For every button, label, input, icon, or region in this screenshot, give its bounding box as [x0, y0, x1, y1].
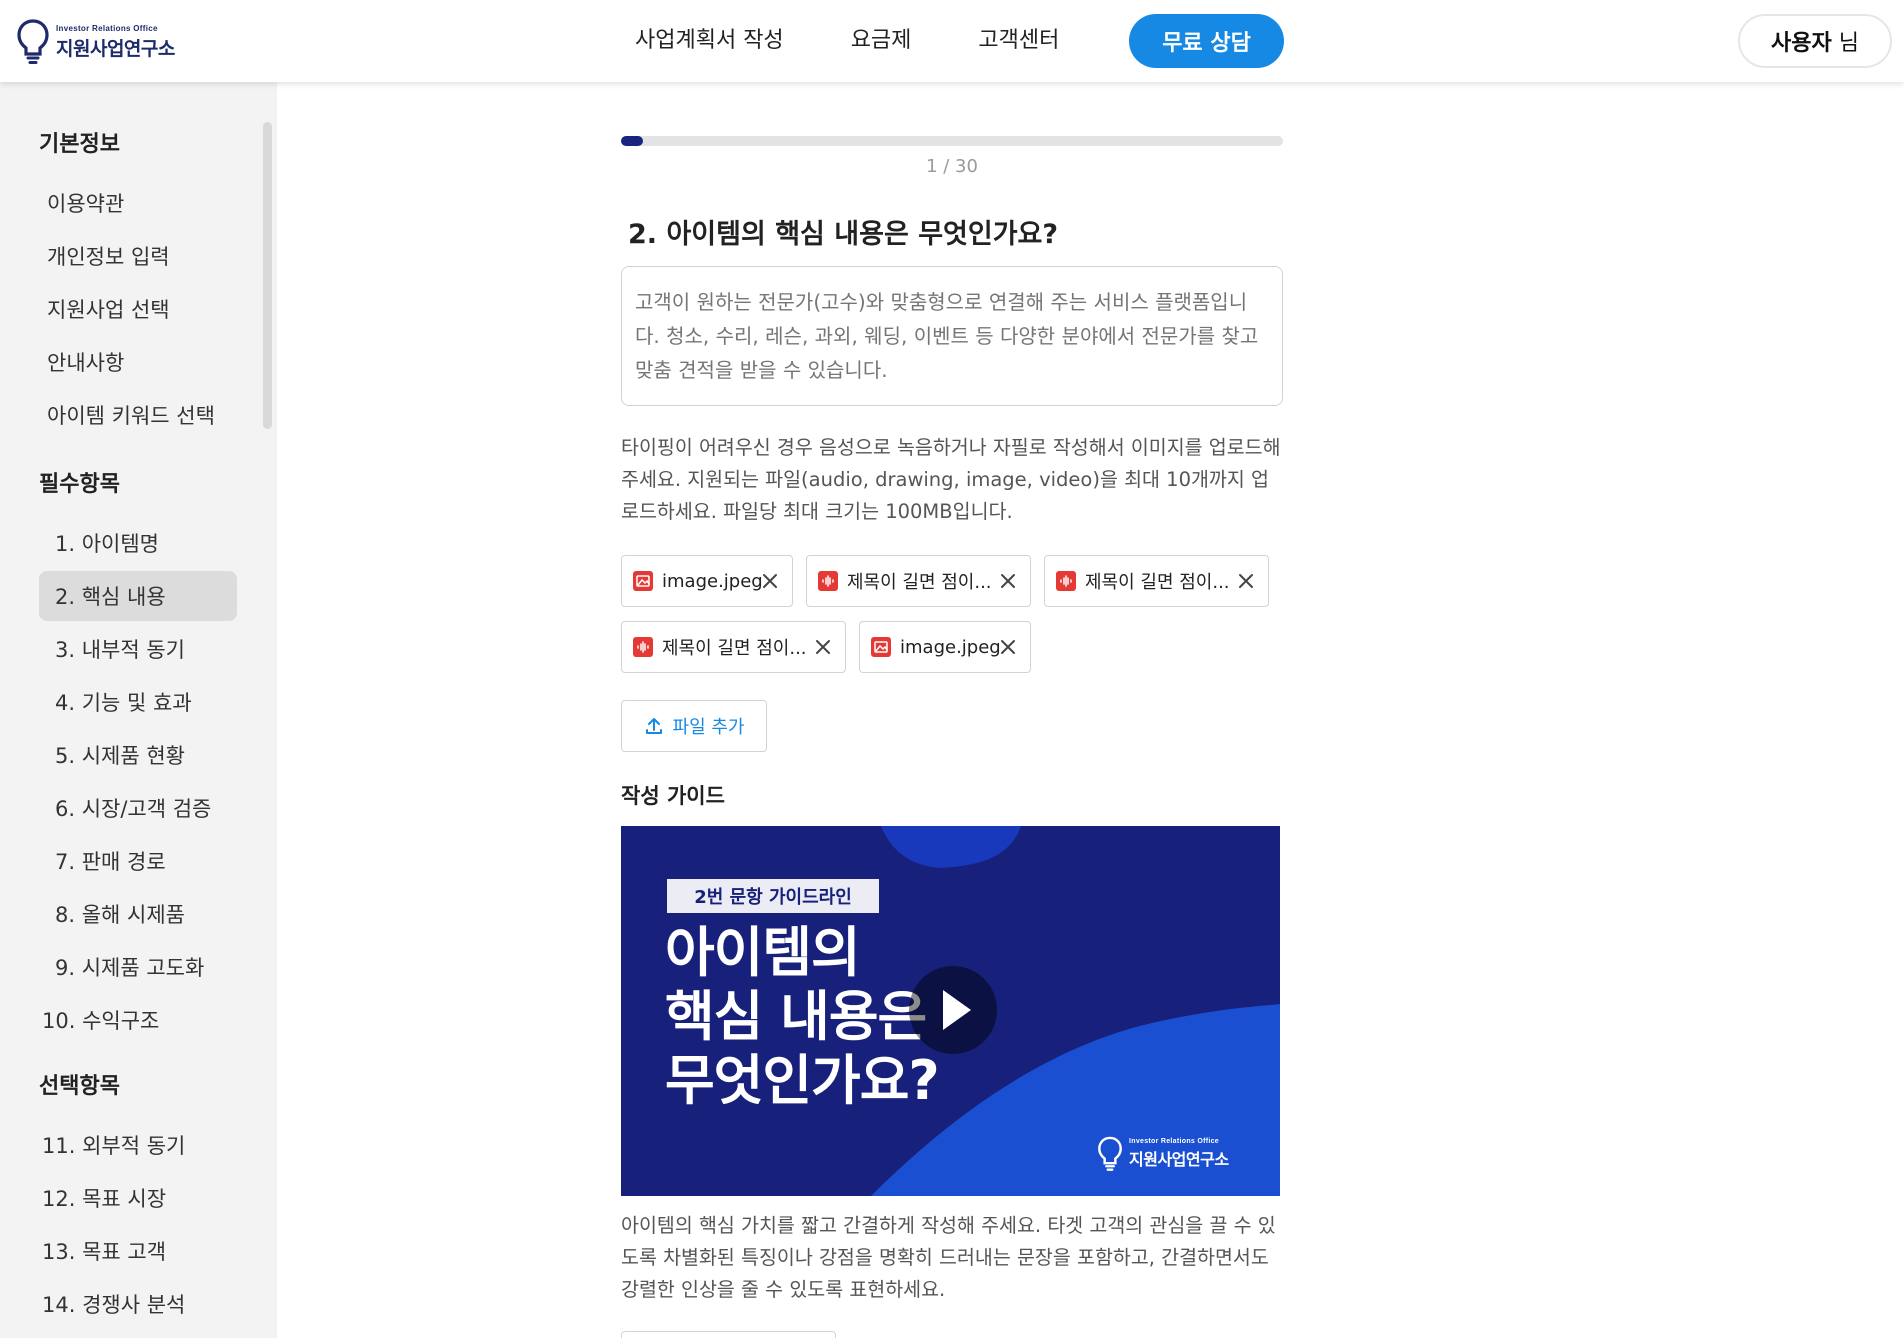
audio-icon	[818, 571, 838, 591]
logo[interactable]: Investor Relations Office 지원사업연구소	[16, 18, 175, 66]
next-button[interactable]	[621, 1331, 836, 1338]
upload-icon	[645, 718, 662, 734]
file-name: 제목이 길면 점이...	[662, 638, 807, 659]
guide-description: 아이템의 핵심 가치를 짧고 간결하게 작성해 주세요. 타겟 고객의 관심을 …	[621, 1214, 1276, 1301]
add-file-label: 파일 추가	[672, 717, 745, 738]
close-icon[interactable]	[996, 569, 1020, 593]
logo-subtitle: Investor Relations Office	[56, 23, 158, 33]
top-header: Investor Relations Office 지원사업연구소 사업계획서 …	[0, 0, 1904, 82]
guide-video[interactable]: 2번 문항 가이드라인 아이템의 핵심 내용은 무엇인가요? Investor …	[621, 826, 1280, 1196]
file-name: image.jpeg	[900, 636, 1001, 658]
sidebar-item-optional-11[interactable]: 11. 외부적 동기	[39, 1120, 237, 1170]
main-nav: 사업계획서 작성 요금제 고객센터	[635, 22, 1126, 60]
file-chip[interactable]: 제목이 길면 점이...	[806, 555, 1031, 607]
sidebar-item-required-3[interactable]: 3. 내부적 동기	[39, 624, 237, 674]
close-icon[interactable]	[1234, 569, 1258, 593]
close-icon[interactable]	[996, 635, 1020, 659]
question-title: 2. 아이템의 핵심 내용은 무엇인가요?	[628, 219, 1059, 250]
video-title: 아이템의 핵심 내용은 무엇인가요?	[665, 921, 940, 1112]
play-button[interactable]	[909, 966, 997, 1054]
upload-help-text: 타이핑이 어려우신 경우 음성으로 녹음하거나 자필로 작성해서 이미지를 업로…	[621, 436, 1281, 523]
sidebar-item-optional-13[interactable]: 13. 목표 고객	[39, 1226, 237, 1276]
sidebar-item-required-6[interactable]: 6. 시장/고객 검증	[39, 783, 237, 833]
sidebar-section-basic: 기본정보	[39, 132, 120, 157]
file-name: 제목이 길면 점이...	[847, 572, 992, 593]
sidebar-item-optional-14[interactable]: 14. 경쟁사 분석	[39, 1279, 237, 1329]
user-menu-button[interactable]: 사용자 님	[1738, 14, 1892, 68]
free-consult-button[interactable]: 무료 상담	[1129, 14, 1284, 68]
user-name: 사용자	[1771, 31, 1832, 56]
guide-title: 작성 가이드	[621, 784, 725, 808]
progress-text: 1 / 30	[926, 156, 978, 177]
lightbulb-icon	[1098, 1136, 1122, 1171]
file-name: image.jpeg	[662, 570, 763, 592]
audio-icon	[633, 637, 653, 657]
sidebar-item-required-9[interactable]: 9. 시제품 고도화	[39, 942, 237, 992]
file-name: 제목이 길면 점이...	[1085, 572, 1230, 593]
sidebar: 기본정보 이용약관 개인정보 입력 지원사업 선택 안내사항 아이템 키워드 선…	[0, 82, 277, 1338]
image-icon	[871, 637, 891, 657]
file-chip[interactable]: 제목이 길면 점이...	[1044, 555, 1269, 607]
video-logo-title: 지원사업연구소	[1129, 1150, 1229, 1169]
sidebar-item-required-10[interactable]: 10. 수익구조	[39, 995, 237, 1045]
file-chip[interactable]: image.jpeg	[859, 621, 1031, 673]
logo-title: 지원사업연구소	[56, 37, 175, 60]
lightbulb-icon	[17, 19, 49, 64]
sidebar-item-required-2[interactable]: 2. 핵심 내용	[39, 571, 237, 621]
sidebar-section-optional: 선택항목	[39, 1074, 120, 1099]
nav-pricing[interactable]: 요금제	[851, 22, 912, 60]
image-icon	[633, 571, 653, 591]
user-suffix: 님	[1831, 31, 1859, 56]
close-icon[interactable]	[758, 569, 782, 593]
nav-customer-center[interactable]: 고객센터	[978, 22, 1059, 60]
file-chip[interactable]: image.jpeg	[621, 555, 793, 607]
sidebar-item-terms[interactable]: 이용약관	[39, 178, 237, 228]
answer-textarea[interactable]	[621, 266, 1283, 406]
sidebar-item-keyword-select[interactable]: 아이템 키워드 선택	[39, 390, 237, 440]
video-tag: 2번 문항 가이드라인	[667, 879, 879, 913]
progress-fill	[621, 136, 644, 146]
sidebar-item-personal-info[interactable]: 개인정보 입력	[39, 231, 237, 281]
sidebar-item-optional-12[interactable]: 12. 목표 시장	[39, 1173, 237, 1223]
file-chip[interactable]: 제목이 길면 점이...	[621, 621, 846, 673]
close-icon[interactable]	[811, 635, 835, 659]
sidebar-item-required-1[interactable]: 1. 아이템명	[39, 518, 237, 568]
sidebar-item-required-5[interactable]: 5. 시제품 현황	[39, 730, 237, 780]
nav-business-plan[interactable]: 사업계획서 작성	[635, 22, 784, 60]
add-file-button[interactable]: 파일 추가	[621, 700, 767, 752]
play-icon	[943, 990, 971, 1030]
progress-bar	[621, 136, 1283, 146]
sidebar-item-notice[interactable]: 안내사항	[39, 337, 237, 387]
video-logo-subtitle: Investor Relations Office	[1129, 1138, 1219, 1145]
sidebar-item-program-select[interactable]: 지원사업 선택	[39, 284, 237, 334]
video-logo: Investor Relations Office 지원사업연구소	[1097, 1134, 1229, 1174]
sidebar-item-required-7[interactable]: 7. 판매 경로	[39, 836, 237, 886]
sidebar-item-required-4[interactable]: 4. 기능 및 효과	[39, 677, 237, 727]
sidebar-section-required: 필수항목	[39, 472, 120, 497]
sidebar-item-required-8[interactable]: 8. 올해 시제품	[39, 889, 237, 939]
audio-icon	[1056, 571, 1076, 591]
sidebar-scrollbar[interactable]	[263, 122, 272, 429]
